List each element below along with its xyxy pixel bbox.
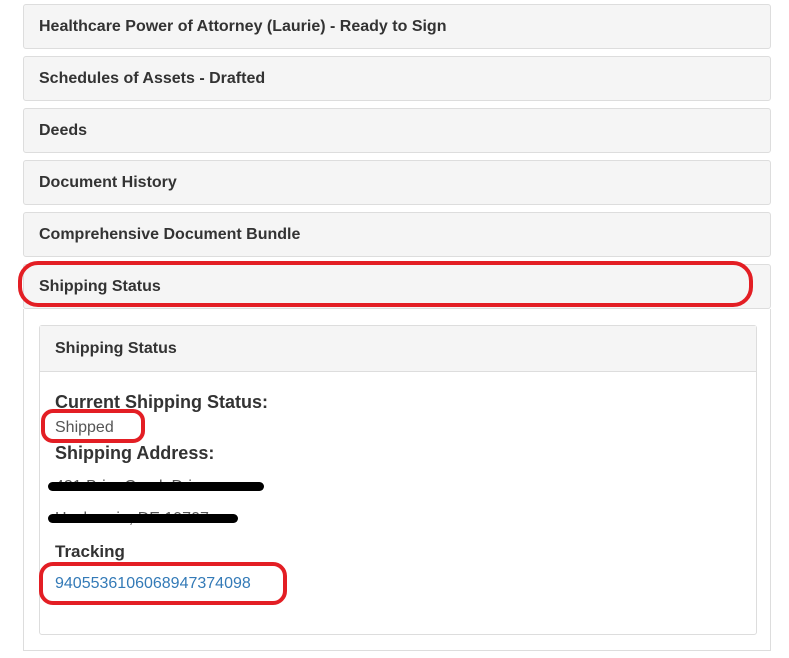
tracking-label: Tracking xyxy=(55,542,125,561)
accordion-item-schedules-of-assets[interactable]: Schedules of Assets - Drafted xyxy=(23,56,771,101)
accordion-item-deeds[interactable]: Deeds xyxy=(23,108,771,153)
shipping-address-label: Shipping Address: xyxy=(55,443,215,463)
current-status-value: Shipped xyxy=(55,419,114,436)
accordion-item-document-bundle[interactable]: Comprehensive Document Bundle xyxy=(23,212,771,257)
accordion-item-shipping-status[interactable]: Shipping Status xyxy=(23,264,771,309)
accordion-item-healthcare-poa[interactable]: Healthcare Power of Attorney (Laurie) - … xyxy=(23,4,771,49)
accordion-item-document-history[interactable]: Document History xyxy=(23,160,771,205)
current-status-label: Current Shipping Status: xyxy=(55,392,268,412)
redaction-mark xyxy=(48,482,264,491)
redaction-mark xyxy=(48,514,238,523)
tracking-number-link[interactable]: 9405536106068947374098 xyxy=(55,575,251,593)
shipping-panel-title: Shipping Status xyxy=(40,326,756,372)
